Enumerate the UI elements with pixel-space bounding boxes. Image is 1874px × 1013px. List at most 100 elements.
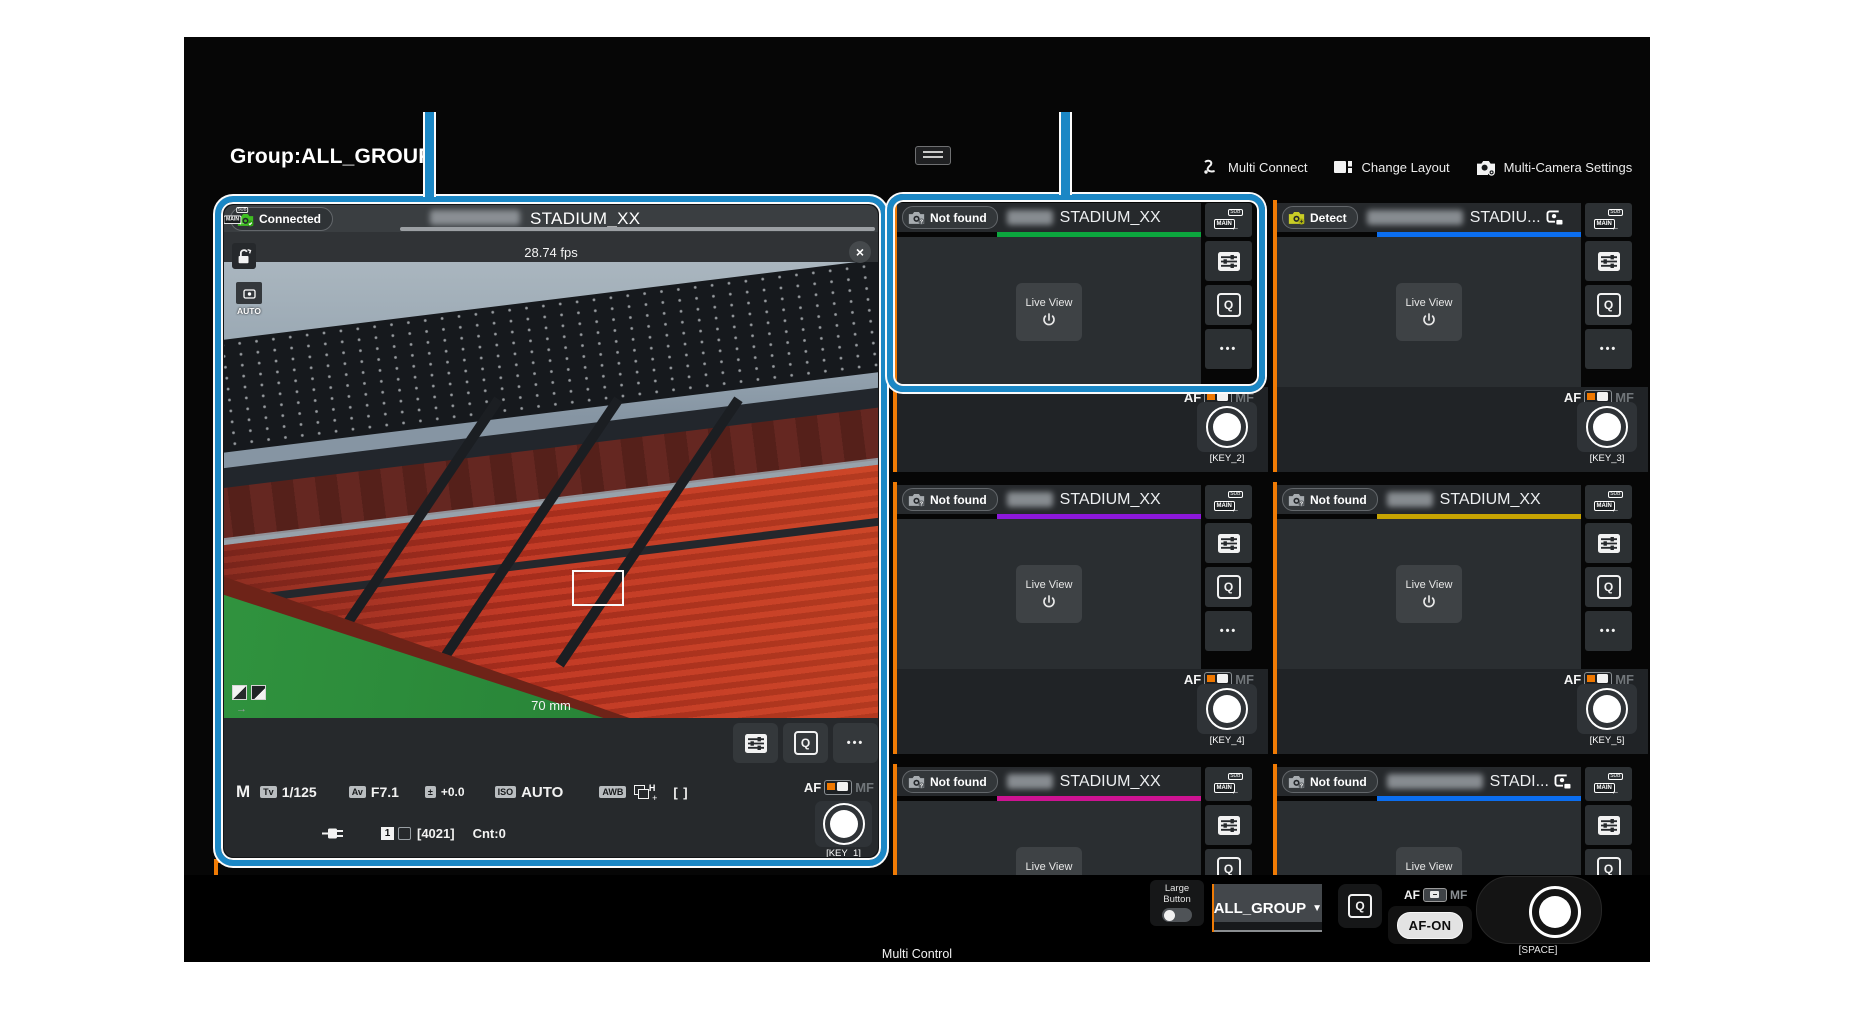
camera-tile: ? + Not found STADIUM_XX Live [1273, 482, 1648, 754]
exposure-comp-badge: ± [425, 786, 436, 799]
camera-name: STADI... [1490, 773, 1549, 791]
camera-tile: ? + Detect STADIU... [1273, 200, 1648, 472]
auto-mode-icon [236, 282, 262, 304]
shutter-button[interactable] [1529, 886, 1581, 938]
multi-control-title: Multi Control [184, 947, 1650, 961]
settings-sliders-button[interactable] [1205, 523, 1252, 563]
live-view-button[interactable]: Live View [1396, 847, 1462, 875]
power-icon [1041, 594, 1057, 610]
main-sub-indicator-icon[interactable]: MAIN SUB ← [224, 207, 249, 227]
main-sub-switch-button[interactable]: MAIN SUB ← [1585, 767, 1632, 801]
camera-name: STADIUM_XX [1060, 209, 1161, 227]
main-sub-switch-button[interactable]: MAIN SUB ← [1585, 203, 1632, 237]
multi-camera-settings-button[interactable]: Multi-Camera Settings [1476, 159, 1633, 176]
af-mf-toggle[interactable]: AF MF [1404, 888, 1467, 902]
chevron-down-icon: ▼ [1312, 903, 1322, 914]
live-view-button[interactable]: Live View [1396, 283, 1462, 341]
power-plug-icon [321, 827, 347, 840]
sliders-icon [1597, 533, 1621, 554]
settings-sliders-button[interactable] [1585, 805, 1632, 845]
change-layout-button[interactable]: Change Layout [1333, 160, 1449, 175]
live-view-button[interactable]: Live View [1016, 847, 1082, 875]
key-area: [KEY_3] [1577, 402, 1637, 464]
more-options-button[interactable]: ••• [1585, 611, 1632, 651]
ip-address-redacted [1387, 492, 1433, 507]
live-view-button[interactable]: Live View [1016, 565, 1082, 623]
multi-control-bar: Large Button ALL_GROUP ▼ Q AF MF AF-ON [… [184, 875, 1650, 962]
main-sub-swap-icon: MAIN SUB ← [1594, 209, 1624, 232]
key-label: [KEY_1] [815, 848, 872, 857]
quick-menu-button[interactable]: Q [1205, 285, 1252, 325]
af-on-button-area: AF-ON [1388, 906, 1472, 944]
quick-menu-button[interactable]: Q [1585, 849, 1632, 875]
live-view-area: Live View [1277, 237, 1581, 387]
key-label: [KEY_4] [1197, 735, 1257, 746]
main-sub-switch-button[interactable]: MAIN SUB ← [1205, 203, 1252, 237]
ip-address-redacted [430, 210, 520, 225]
main-sub-switch-button[interactable]: MAIN SUB ← [1205, 767, 1252, 801]
af-mf-toggle[interactable]: AF MF [804, 780, 874, 795]
key-label: [KEY_5] [1577, 735, 1637, 746]
quick-menu-button[interactable]: Q [1585, 285, 1632, 325]
group-select-dropdown[interactable]: ALL_GROUP ▼ [1212, 884, 1322, 932]
awb-badge[interactable]: AWB [599, 786, 626, 799]
more-options-button[interactable]: ••• [1205, 611, 1252, 651]
shutter-key-button[interactable] [1586, 406, 1628, 448]
status-label: Not found [930, 493, 987, 507]
video-toolbar: 28.74 fps [224, 232, 878, 262]
tile-header: ? + Not found STADIUM_XX [897, 203, 1201, 232]
drawer-handle[interactable] [915, 146, 951, 165]
more-options-button[interactable]: ••• [1205, 329, 1252, 369]
change-layout-icon [1333, 160, 1353, 174]
change-layout-label: Change Layout [1361, 160, 1449, 175]
shutter-key-button[interactable] [1206, 406, 1248, 448]
af-mf-switch-icon [824, 780, 852, 795]
af-on-button[interactable]: AF-ON [1397, 912, 1463, 939]
quick-menu-button[interactable]: Q [783, 723, 828, 763]
iso-value[interactable]: AUTO [521, 784, 563, 801]
settings-sliders-button[interactable] [1205, 241, 1252, 281]
close-button[interactable]: × [849, 241, 871, 263]
checkbox[interactable] [398, 827, 411, 840]
unlock-icon[interactable] [232, 243, 256, 269]
live-view-button[interactable]: Live View [1396, 565, 1462, 623]
shutter-key-button[interactable] [1206, 688, 1248, 730]
shutter-key-button[interactable] [1586, 688, 1628, 730]
callout-line-1 [425, 112, 434, 197]
panel-header: Connected STADIUM_XX MAIN SUB ← [224, 205, 878, 232]
exposure-comp-value[interactable]: +0.0 [441, 785, 465, 799]
live-view-button[interactable]: Live View [1016, 283, 1082, 341]
settings-sliders-button[interactable] [1205, 805, 1252, 845]
quick-menu-button[interactable]: Q [1205, 567, 1252, 607]
settings-sliders-button[interactable] [733, 723, 778, 763]
live-view-area: Live View [1277, 519, 1581, 669]
af-area-icon[interactable]: [ ] [673, 785, 688, 800]
camera-detect-icon: + [1288, 210, 1305, 225]
shutter-key-button[interactable] [823, 803, 865, 845]
q-icon: Q [1597, 575, 1621, 599]
status-badge: ? + Not found [1282, 770, 1378, 793]
camera-notfound-icon: ? [1288, 492, 1305, 507]
more-options-button[interactable]: ••• [833, 723, 878, 763]
shutter-speed[interactable]: 1/125 [282, 784, 317, 800]
multi-camera-settings-label: Multi-Camera Settings [1504, 160, 1633, 175]
multi-connect-button[interactable]: Multi Connect [1202, 159, 1307, 175]
shooting-mode[interactable]: M [236, 782, 250, 802]
large-button-toggle[interactable]: Large Button [1150, 880, 1204, 926]
main-camera-panel-inner: Connected STADIUM_XX MAIN SUB ← 28.74 fp… [224, 205, 878, 857]
av-badge: Av [349, 786, 366, 799]
quick-menu-button[interactable]: Q [1585, 567, 1632, 607]
more-options-button[interactable]: ••• [1585, 329, 1632, 369]
settings-sliders-button[interactable] [1585, 523, 1632, 563]
multi-connect-icon [1202, 159, 1220, 175]
quick-menu-button[interactable]: Q [1205, 849, 1252, 875]
camera-tile: ? + Not found STADI... [1273, 764, 1648, 875]
settings-sliders-button[interactable] [1585, 241, 1632, 281]
aperture-value[interactable]: F7.1 [371, 784, 399, 800]
drive-mode-icon[interactable]: H + [634, 784, 657, 801]
tile-icon-column: MAIN SUB ← Q ••• [1205, 203, 1252, 369]
main-sub-switch-button[interactable]: MAIN SUB ← [1205, 485, 1252, 519]
quick-menu-button[interactable]: Q [1338, 884, 1382, 928]
live-view-label: Live View [1406, 297, 1453, 309]
main-sub-switch-button[interactable]: MAIN SUB ← [1585, 485, 1632, 519]
